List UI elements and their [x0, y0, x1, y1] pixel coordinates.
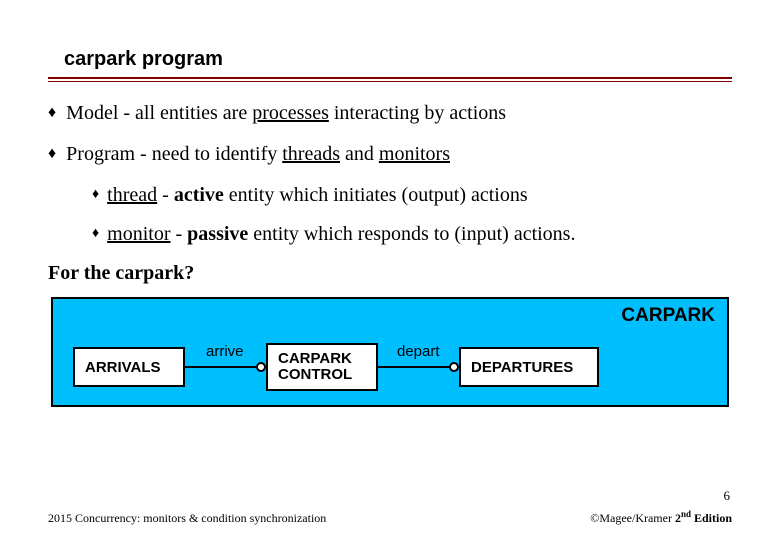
text: interacting by actions — [329, 102, 506, 124]
underline-thread: thread — [107, 184, 157, 206]
sub-bullet-thread: ♦ thread - active entity which initiates… — [92, 182, 732, 209]
diamond-icon: ♦ — [92, 182, 99, 209]
slide-footer: 2015 Concurrency: monitors & condition s… — [48, 509, 732, 526]
connector-line — [378, 366, 454, 368]
text: - — [171, 223, 188, 245]
bullet-model: ♦ Model - all entities are processes int… — [48, 100, 732, 127]
divider-top — [48, 77, 732, 79]
underline-threads: threads — [282, 143, 340, 165]
diamond-icon: ♦ — [48, 141, 56, 168]
bullet-program: ♦ Program - need to identify threads and… — [48, 141, 732, 168]
sub-bullet-monitor: ♦ monitor - passive entity which respond… — [92, 221, 732, 248]
text: entity which responds to (input) actions… — [248, 223, 575, 245]
footer-right: ©Magee/Kramer 2nd Edition — [590, 509, 732, 526]
text: Model - all entities are — [66, 102, 252, 124]
box-label: DEPARTURES — [471, 359, 573, 376]
divider-bottom — [48, 81, 732, 82]
bold-passive: passive — [187, 223, 248, 245]
slide-title: carpark program — [64, 48, 732, 71]
underline-monitors: monitors — [379, 143, 450, 165]
text: - — [157, 184, 174, 206]
label-arrive: arrive — [206, 343, 244, 360]
text: Program - need to identify — [66, 143, 282, 165]
connector-line — [185, 366, 261, 368]
box-label: ARRIVALS — [85, 359, 161, 376]
box-control: CARPARK CONTROL — [266, 343, 378, 391]
box-departures: DEPARTURES — [459, 347, 599, 387]
footer-left: 2015 Concurrency: monitors & condition s… — [48, 511, 326, 526]
text: entity which initiates (output) actions — [224, 184, 528, 206]
bullet-list: ♦ Model - all entities are processes int… — [48, 100, 732, 248]
diamond-icon: ♦ — [48, 100, 56, 127]
connector-dot — [449, 362, 459, 372]
box-arrivals: ARRIVALS — [73, 347, 185, 387]
page-number: 6 — [724, 488, 731, 504]
label-depart: depart — [397, 343, 440, 360]
underline-monitor: monitor — [107, 223, 170, 245]
text: and — [340, 143, 379, 165]
diagram-title: CARPARK — [621, 305, 715, 327]
underline-processes: processes — [252, 102, 329, 124]
box-label-line2: CONTROL — [278, 367, 352, 384]
bold-active: active — [174, 184, 224, 206]
diamond-icon: ♦ — [92, 221, 99, 248]
question-text: For the carpark? — [48, 262, 732, 285]
edition-sup: nd — [681, 509, 691, 519]
carpark-diagram: CARPARK ARRIVALS arrive CARPARK CONTROL … — [51, 297, 729, 407]
box-label-line1: CARPARK — [278, 351, 352, 368]
edition-post: Edition — [691, 511, 732, 525]
connector-dot — [256, 362, 266, 372]
copyright-pre: ©Magee/Kramer — [590, 511, 675, 525]
